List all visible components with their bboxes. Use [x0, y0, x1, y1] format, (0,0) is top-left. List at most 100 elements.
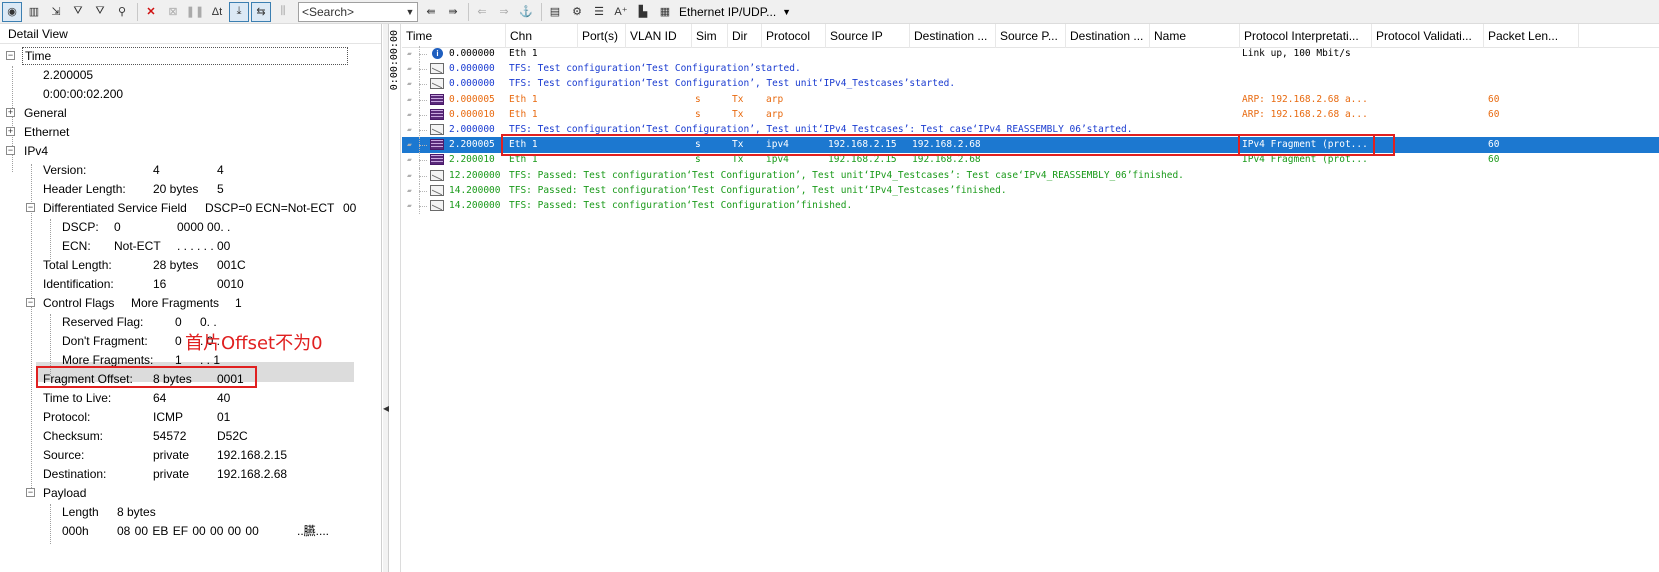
- overwrite-icon[interactable]: ⇆: [251, 1, 271, 22]
- stop-icon[interactable]: ⊠: [163, 2, 183, 22]
- columns-icon[interactable]: ⫼: [273, 2, 293, 22]
- scroll-down-icon[interactable]: ⤓: [229, 1, 249, 22]
- ethernet-frame-icon: [430, 93, 444, 105]
- layout-icon[interactable]: ▙: [633, 2, 653, 22]
- cell-interpretation: Link up, 100 Mbit/s: [1242, 48, 1351, 59]
- column-header[interactable]: VLAN ID: [626, 24, 692, 48]
- trace-row[interactable]: ▰ 0.000005 Eth 1 s Tx arp ARP: 192.168.2.68 a.…: [402, 91, 1659, 108]
- column-header[interactable]: Packet Len...: [1484, 24, 1579, 48]
- statistics-icon[interactable]: ▥: [24, 2, 44, 22]
- cell-message: TFS: Test configuration‘Test Configurati…: [509, 78, 956, 90]
- cell-dir: Tx: [732, 108, 744, 120]
- envelope-icon: [430, 184, 444, 196]
- trace-row[interactable]: ▰ 0.000000 TFS: Test configuration‘Test Co…: [402, 61, 1659, 78]
- window-icon[interactable]: ▤: [545, 2, 565, 22]
- trace-row[interactable]: ▰ 14.200000 TFS: Passed: Test configuratio…: [402, 198, 1659, 214]
- font-icon[interactable]: A⁺: [611, 2, 631, 22]
- cell-packet-length: 60: [1488, 93, 1500, 105]
- cell-dir: Tx: [732, 93, 744, 105]
- toolbar: ◉ ▥ ⇲ ⛛ ⛛ ⚲ ✕ ⊠ ❚❚ Δt ⤓ ⇆ ⫼ <Search> ▼ ⇚…: [0, 0, 1659, 24]
- cell-packet-length: 60: [1488, 139, 1500, 151]
- column-header-row: Time Chn Port(s) VLAN ID Sim Dir Protocol Sourc…: [402, 24, 1659, 48]
- tree-line: [419, 84, 427, 86]
- annotation-text: 首片Offset不为0: [185, 333, 323, 354]
- column-header[interactable]: Time: [402, 24, 506, 48]
- cell-message: TFS: Test configuration‘Test Configurati…: [509, 63, 801, 75]
- cell-protocol: arp: [766, 108, 784, 120]
- trace-row[interactable]: ▰ i 0.000000 Eth 1 Link up, 100 Mbit/s: [402, 46, 1659, 62]
- column-header[interactable]: Port(s): [578, 24, 626, 48]
- cell-time: 0.000000: [449, 48, 495, 59]
- tree-line: [419, 145, 427, 147]
- trace-row[interactable]: ▰ 0.000010 Eth 1 s Tx arp ARP: 192.168.2.68 a.…: [402, 106, 1659, 123]
- search-next-icon[interactable]: ⇛: [443, 2, 463, 22]
- collapse-icon[interactable]: −: [26, 298, 35, 307]
- pin-icon[interactable]: ▰: [407, 186, 414, 195]
- pin-icon[interactable]: ▰: [407, 202, 414, 210]
- trace-row[interactable]: ▰ 12.200000 TFS: Passed: Test configuratio…: [402, 167, 1659, 184]
- pin-icon[interactable]: ▰: [407, 110, 414, 119]
- cell-time: 0.000000: [449, 78, 495, 90]
- chevron-down-icon[interactable]: ▼: [403, 7, 417, 17]
- forward-arrow-icon[interactable]: ⇒: [494, 2, 514, 22]
- search-prev-icon[interactable]: ⇚: [421, 2, 441, 22]
- pin-icon[interactable]: ▰: [407, 95, 414, 104]
- collapse-icon[interactable]: −: [26, 203, 35, 212]
- cell-time: 12.200000: [449, 169, 501, 181]
- filter-remove-icon[interactable]: ⛛: [90, 2, 110, 22]
- ipv4-label: IPv4: [24, 144, 49, 158]
- ethernet-frame-icon: [430, 108, 444, 120]
- expand-icon[interactable]: +: [6, 127, 15, 136]
- trace-row[interactable]: ▰ 14.200000 TFS: Passed: Test configuratio…: [402, 182, 1659, 199]
- search-placeholder: <Search>: [302, 4, 355, 19]
- collapse-icon[interactable]: −: [6, 51, 15, 60]
- export-icon[interactable]: ⇲: [46, 2, 66, 22]
- delta-time-icon[interactable]: Δt: [207, 2, 227, 22]
- column-header[interactable]: Protocol Interpretati...: [1240, 24, 1372, 48]
- column-header[interactable]: Source IP: [826, 24, 910, 48]
- envelope-icon: [430, 78, 444, 90]
- pin-icon[interactable]: ▰: [407, 171, 414, 180]
- collapse-icon[interactable]: −: [26, 488, 35, 497]
- marker-icon[interactable]: ⚓: [516, 2, 536, 22]
- pin-icon[interactable]: ▰: [407, 141, 414, 149]
- options-icon[interactable]: ⚙: [567, 2, 587, 22]
- column-header[interactable]: Destination ...: [1066, 24, 1150, 48]
- ethernet-frame-icon: [430, 139, 444, 151]
- column-header[interactable]: Dir: [728, 24, 762, 48]
- column-header[interactable]: Sim: [692, 24, 728, 48]
- column-header[interactable]: Chn: [506, 24, 578, 48]
- pause-icon[interactable]: ❚❚: [185, 2, 205, 22]
- tree-line: [419, 130, 427, 131]
- chevron-down-icon[interactable]: ▼: [782, 7, 791, 17]
- protocol-filter-icon[interactable]: ▦: [655, 2, 675, 22]
- column-header[interactable]: Name: [1150, 24, 1240, 48]
- cell-channel: Eth 1: [509, 108, 538, 120]
- pin-icon[interactable]: ▰: [407, 80, 414, 88]
- tree-item-time[interactable]: − Time: [6, 46, 352, 66]
- search-input[interactable]: <Search> ▼: [298, 1, 418, 22]
- column-header[interactable]: Source P...: [996, 24, 1066, 48]
- column-header[interactable]: Protocol Validati...: [1372, 24, 1484, 48]
- trace-row[interactable]: ▰ 0.000000 TFS: Test configuration‘Test Co…: [402, 76, 1659, 93]
- back-arrow-icon[interactable]: ⇐: [472, 2, 492, 22]
- filter-icon[interactable]: ⛛: [68, 2, 88, 22]
- protocol-filter-label[interactable]: Ethernet IP/UDP...: [679, 5, 776, 19]
- cell-time: 0.000000: [449, 63, 495, 75]
- pin-icon[interactable]: ▰: [407, 156, 414, 164]
- expand-icon[interactable]: +: [6, 108, 15, 117]
- collapse-icon[interactable]: −: [6, 146, 15, 155]
- time-clock: 0:00:00:02.200: [43, 87, 124, 101]
- binoculars-icon[interactable]: ⚲: [112, 2, 132, 22]
- pin-icon[interactable]: ▰: [407, 126, 414, 134]
- detail-view-icon[interactable]: ◉: [2, 1, 22, 22]
- pin-icon[interactable]: ▰: [407, 50, 414, 58]
- clear-icon[interactable]: ✕: [141, 2, 161, 22]
- lines-icon[interactable]: ☰: [589, 2, 609, 22]
- column-header[interactable]: Protocol: [762, 24, 826, 48]
- pin-icon[interactable]: ▰: [407, 65, 414, 73]
- time-ruler: 0:00:00:00: [389, 24, 401, 572]
- separator: [137, 2, 138, 21]
- column-header[interactable]: Destination ...: [910, 24, 996, 48]
- cell-packet-length: 60: [1488, 108, 1500, 120]
